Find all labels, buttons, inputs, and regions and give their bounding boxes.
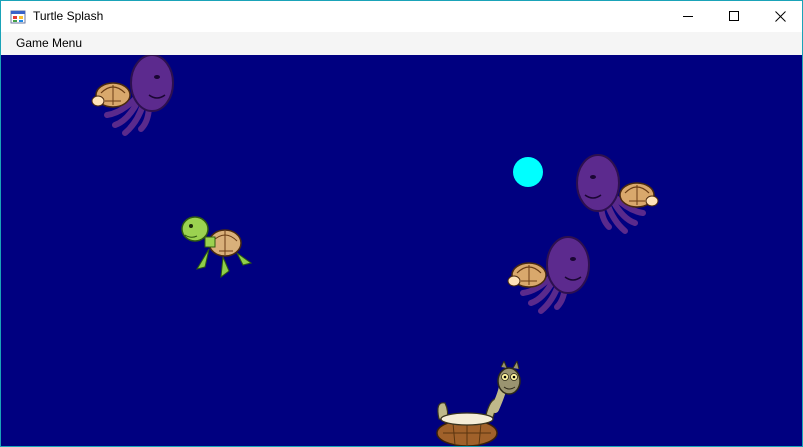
game-area[interactable] bbox=[1, 55, 802, 446]
minimize-icon bbox=[683, 16, 693, 17]
menu-bar: Game Menu bbox=[1, 32, 802, 55]
octopus-with-turtle-sprite bbox=[91, 55, 174, 136]
green-turtle-sprite bbox=[181, 216, 253, 279]
title-bar[interactable]: Turtle Splash bbox=[1, 1, 802, 32]
close-button[interactable] bbox=[757, 1, 802, 32]
window-title: Turtle Splash bbox=[33, 9, 104, 23]
game-window: Turtle Splash Game Menu bbox=[0, 0, 803, 447]
octopus-with-turtle-sprite bbox=[507, 236, 590, 314]
app-icon bbox=[10, 10, 26, 24]
player-turtle-sprite bbox=[436, 361, 521, 446]
ball-sprite bbox=[513, 157, 543, 187]
maximize-button[interactable] bbox=[711, 1, 757, 32]
octopus-with-turtle-sprite bbox=[576, 154, 659, 234]
minimize-button[interactable] bbox=[665, 1, 711, 32]
close-icon bbox=[775, 11, 786, 22]
menu-item-game-menu[interactable]: Game Menu bbox=[9, 32, 89, 55]
maximize-icon bbox=[729, 11, 739, 21]
